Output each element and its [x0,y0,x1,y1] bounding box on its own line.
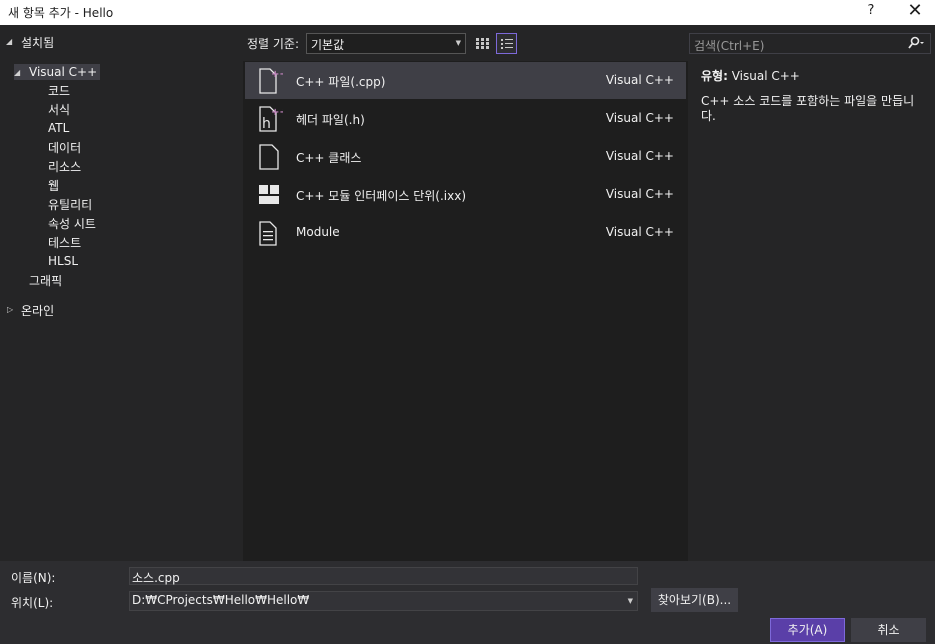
location-label: 위치(L): [11,596,54,610]
template-language: Visual C++ [605,111,674,125]
tree-item-visual-cpp[interactable]: ◢ Visual C++ [14,64,101,80]
template-row-cpp-file[interactable]: ++ C++ 파일(.cpp) Visual C++ [245,62,686,99]
name-label: 이름(N): [11,571,56,585]
template-language: Visual C++ [605,149,674,163]
grid-view-icon [476,38,489,49]
tree-item-web[interactable]: 웹 [48,177,59,194]
module-icon [259,221,277,246]
type-label: 유형: [701,69,728,83]
help-button[interactable]: ? [864,3,878,18]
type-value: Visual C++ [731,69,800,83]
template-row-cpp-class[interactable]: C++ 클래스 Visual C++ [245,138,686,175]
template-row-module-interface[interactable]: C++ 모듈 인터페이스 단위(.ixx) Visual C++ [245,176,686,213]
template-language: Visual C++ [605,225,674,239]
template-row-header-file[interactable]: h ++ 헤더 파일(.h) Visual C++ [245,100,686,137]
tree-item-atl[interactable]: ATL [48,121,69,135]
template-name: 헤더 파일(.h) [296,113,365,127]
template-name: C++ 모듈 인터페이스 단위(.ixx) [296,189,467,203]
sort-value: 기본값 [311,38,345,52]
sort-label: 정렬 기준: [247,37,300,51]
tree-item-test[interactable]: 테스트 [48,234,81,251]
bottom-form: 이름(N): 소스.cpp 위치(L): D:₩CProjects₩Hello₩… [0,561,935,644]
template-row-module[interactable]: Module Visual C++ [245,214,686,251]
tree-item-format[interactable]: 서식 [48,101,70,118]
template-language: Visual C++ [605,73,674,87]
tree-item-utility[interactable]: 유틸리티 [48,196,92,213]
cancel-button[interactable]: 취소 [851,618,926,642]
tree-item-hlsl[interactable]: HLSL [48,254,78,268]
tree-label: Visual C++ [29,65,98,79]
template-name: C++ 클래스 [296,151,362,165]
tree-label: 온라인 [21,304,55,318]
svg-text:h: h [262,116,271,132]
add-button[interactable]: 추가(A) [770,618,845,642]
tree-item-resource[interactable]: 리소스 [48,158,81,175]
tree-item-property-sheet[interactable]: 속성 시트 [48,215,96,232]
svg-text:++: ++ [271,69,283,80]
template-name: Module [296,225,340,239]
location-value: D:₩CProjects₩Hello₩Hello₩ [132,593,310,607]
template-description: C++ 소스 코드를 포함하는 파일을 만듭니다. [701,94,915,123]
category-tree: ◢ 설치됨 ◢ Visual C++ 코드 서식 ATL 데이터 리소스 웹 유… [0,25,243,561]
module-interface-icon [259,185,279,204]
svg-text:++: ++ [271,107,283,118]
sort-dropdown[interactable]: 기본값 ▼ [306,33,466,54]
window-title: 새 항목 추가 - Hello [8,6,114,20]
expanded-triangle-icon: ◢ [14,68,21,77]
search-placeholder: 검색(Ctrl+E) [694,39,765,53]
list-view-icon [501,39,513,49]
search-input[interactable]: 검색(Ctrl+E) [689,33,931,54]
title-bar: 새 항목 추가 - Hello ? ✕ [0,0,935,25]
tree-label: 설치됨 [21,36,55,50]
close-button[interactable]: ✕ [904,1,926,23]
expanded-triangle-icon: ◢ [6,37,13,46]
template-name: C++ 파일(.cpp) [296,75,386,89]
cpp-file-icon: ++ [259,68,283,94]
template-details: 유형: Visual C++ C++ 소스 코드를 포함하는 파일을 만듭니다. [701,67,929,124]
location-input[interactable]: D:₩CProjects₩Hello₩Hello₩ ▼ [129,591,638,611]
search-icon[interactable] [906,36,924,53]
name-input[interactable]: 소스.cpp [129,567,638,585]
collapsed-triangle-icon: ▷ [7,305,14,314]
browse-button[interactable]: 찾아보기(B)... [651,588,738,612]
list-view-button[interactable] [496,33,517,54]
tree-item-installed[interactable]: ◢ 설치됨 [6,34,54,51]
header-file-icon: h ++ [259,106,283,132]
tree-item-graphics[interactable]: 그래픽 [29,272,62,289]
grid-view-button[interactable] [472,33,493,54]
template-language: Visual C++ [605,187,674,201]
tree-item-online[interactable]: ▷ 온라인 [6,302,54,319]
class-file-icon [259,144,279,170]
tree-item-code[interactable]: 코드 [48,82,70,99]
dropdown-arrow-icon[interactable]: ▼ [628,597,633,605]
template-list: ++ C++ 파일(.cpp) Visual C++ h ++ 헤더 파일(.h… [243,61,688,561]
tree-item-data[interactable]: 데이터 [48,139,81,156]
dropdown-arrow-icon: ▼ [455,39,461,47]
